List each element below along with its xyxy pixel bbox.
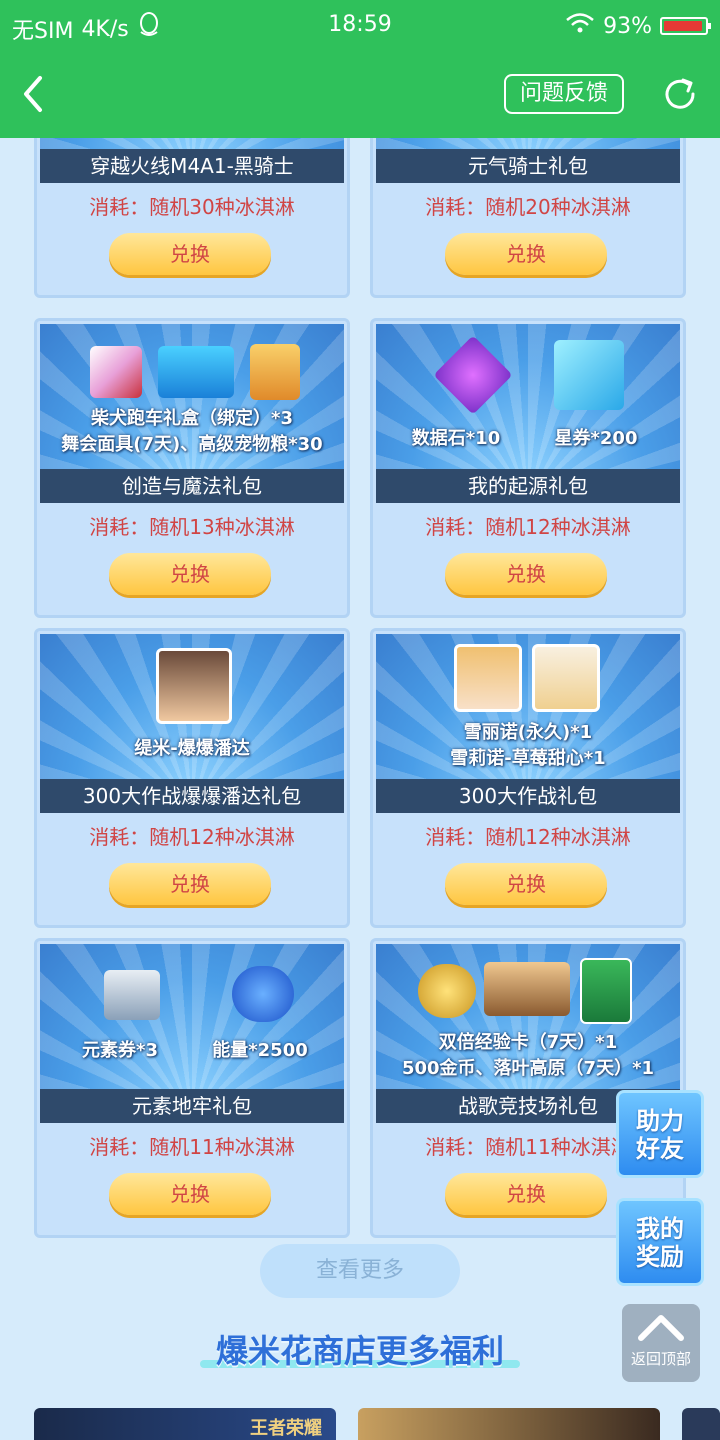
- status-bar: 无SIM 4K/s 18:59 93%: [0, 0, 720, 50]
- reward-name: 我的起源礼包: [376, 469, 680, 503]
- my-reward-line: 我的: [636, 1215, 684, 1243]
- my-reward-button[interactable]: 我的 奖励: [616, 1198, 704, 1286]
- art-label: 雪丽诺(永久)*1: [463, 722, 593, 743]
- chevron-up-icon: [638, 1315, 684, 1341]
- element-coupon-item-image: [104, 970, 160, 1020]
- reward-name: 300大作战爆爆潘达礼包: [40, 779, 344, 813]
- art-label: 数据石*10: [411, 428, 501, 449]
- art-label: 能量*2500: [212, 1040, 308, 1061]
- nav-bar: 问题反馈: [0, 50, 720, 138]
- reward-card: 雪丽诺(永久)*1 雪莉诺-草莓甜心*1 300大作战礼包 消耗：随机12种冰淇…: [370, 628, 686, 928]
- art-label: 舞会面具(7天)、高级宠物粮*30: [61, 434, 323, 455]
- art-label: 元素券*3: [82, 1040, 158, 1061]
- reward-card: 数据石*10 星券*200 我的起源礼包 消耗：随机12种冰淇淋 兑换: [370, 318, 686, 618]
- view-more-button[interactable]: 查看更多: [260, 1244, 460, 1298]
- reward-art: 数据石*10 星券*200: [376, 324, 680, 469]
- back-to-top-label: 返回顶部: [630, 1350, 691, 1368]
- redeem-button[interactable]: 兑换: [109, 233, 271, 275]
- reward-card: 双倍经验卡（7天）*1 500金币、落叶高原（7天）*1 战歌竞技场礼包 消耗：…: [370, 938, 686, 1238]
- reward-art: 缇米-爆爆潘达: [40, 634, 344, 779]
- promo-banner[interactable]: [682, 1408, 720, 1440]
- reward-cost: 消耗：随机30种冰淇淋: [89, 195, 295, 219]
- promo-banner[interactable]: 王者荣耀: [34, 1408, 336, 1440]
- reward-art: [40, 138, 344, 149]
- promo-title: 王者荣耀: [250, 1418, 322, 1439]
- art-label: 双倍经验卡（7天）*1: [438, 1032, 618, 1053]
- help-friend-button[interactable]: 助力 好友: [616, 1090, 704, 1178]
- battery-icon: [660, 17, 711, 35]
- redeem-button[interactable]: 兑换: [445, 233, 607, 275]
- pet-food-item-image: [250, 344, 300, 400]
- reward-art: 双倍经验卡（7天）*1 500金币、落叶高原（7天）*1: [376, 944, 680, 1089]
- chevron-left-icon: [24, 76, 42, 112]
- art-label: 柴犬跑车礼盒（绑定）*3: [91, 408, 293, 429]
- feedback-button[interactable]: 问题反馈: [504, 74, 624, 114]
- battery-percent: 93%: [603, 13, 652, 39]
- back-to-top-button[interactable]: 返回顶部: [622, 1304, 700, 1382]
- refresh-icon: [665, 78, 695, 109]
- reward-name: 300大作战礼包: [376, 779, 680, 813]
- reward-art: [376, 138, 680, 149]
- reward-card: 元气骑士礼包 消耗：随机20种冰淇淋 兑换: [370, 138, 686, 298]
- section-title: 爆米花商店更多福利: [0, 1326, 720, 1372]
- reward-cost: 消耗：随机12种冰淇淋: [425, 825, 631, 849]
- car-box-item-image: [158, 346, 234, 398]
- character-portrait-image: [532, 644, 600, 712]
- exp-card-item-image: [580, 958, 632, 1024]
- reward-card: 穿越火线M4A1-黑骑士 消耗：随机30种冰淇淋 兑换: [34, 138, 350, 298]
- reward-art: 雪丽诺(永久)*1 雪莉诺-草莓甜心*1: [376, 634, 680, 779]
- reward-name: 元素地牢礼包: [40, 1089, 344, 1123]
- reward-list[interactable]: 穿越火线M4A1-黑骑士 消耗：随机30种冰淇淋 兑换 元气骑士礼包 消耗：随机…: [0, 138, 720, 1440]
- art-label: 雪莉诺-草莓甜心*1: [450, 748, 606, 769]
- redeem-button[interactable]: 兑换: [445, 553, 607, 595]
- reward-cost: 消耗：随机20种冰淇淋: [425, 195, 631, 219]
- reward-cost: 消耗：随机13种冰淇淋: [89, 515, 295, 539]
- character-portrait-image: [156, 648, 232, 724]
- art-label: 星券*200: [554, 428, 638, 449]
- promo-banner[interactable]: [358, 1408, 660, 1440]
- back-button[interactable]: [16, 72, 56, 116]
- mask-item-image: [90, 346, 142, 398]
- my-reward-line: 奖励: [636, 1243, 684, 1271]
- redeem-button[interactable]: 兑换: [445, 1173, 607, 1215]
- character-portrait-image: [454, 644, 522, 712]
- help-friend-line: 助力: [636, 1107, 684, 1135]
- art-label: 缇米-爆爆潘达: [134, 738, 250, 759]
- energy-item-image: [232, 966, 294, 1022]
- reward-name: 创造与魔法礼包: [40, 469, 344, 503]
- gold-coin-item-image: [418, 964, 476, 1018]
- reward-card: 柴犬跑车礼盒（绑定）*3 舞会面具(7天)、高级宠物粮*30 创造与魔法礼包 消…: [34, 318, 350, 618]
- reward-name: 元气骑士礼包: [376, 149, 680, 183]
- reward-card: 元素券*3 能量*2500 元素地牢礼包 消耗：随机11种冰淇淋 兑换: [34, 938, 350, 1238]
- reward-cost: 消耗：随机12种冰淇淋: [425, 515, 631, 539]
- island-item-image: [484, 962, 570, 1016]
- data-stone-item-image: [433, 335, 513, 415]
- refresh-button[interactable]: [660, 74, 700, 114]
- wifi-icon: [565, 12, 595, 40]
- reward-cost: 消耗：随机12种冰淇淋: [89, 825, 295, 849]
- reward-art: 元素券*3 能量*2500: [40, 944, 344, 1089]
- redeem-button[interactable]: 兑换: [109, 863, 271, 905]
- star-coupon-item-image: [554, 340, 624, 410]
- reward-card: 缇米-爆爆潘达 300大作战爆爆潘达礼包 消耗：随机12种冰淇淋 兑换: [34, 628, 350, 928]
- redeem-button[interactable]: 兑换: [445, 863, 607, 905]
- help-friend-line: 好友: [636, 1135, 684, 1163]
- redeem-button[interactable]: 兑换: [109, 1173, 271, 1215]
- art-label: 500金币、落叶高原（7天）*1: [401, 1058, 655, 1079]
- reward-name: 穿越火线M4A1-黑骑士: [40, 149, 344, 183]
- reward-cost: 消耗：随机11种冰淇淋: [89, 1135, 295, 1159]
- reward-art: 柴犬跑车礼盒（绑定）*3 舞会面具(7天)、高级宠物粮*30: [40, 324, 344, 469]
- redeem-button[interactable]: 兑换: [109, 553, 271, 595]
